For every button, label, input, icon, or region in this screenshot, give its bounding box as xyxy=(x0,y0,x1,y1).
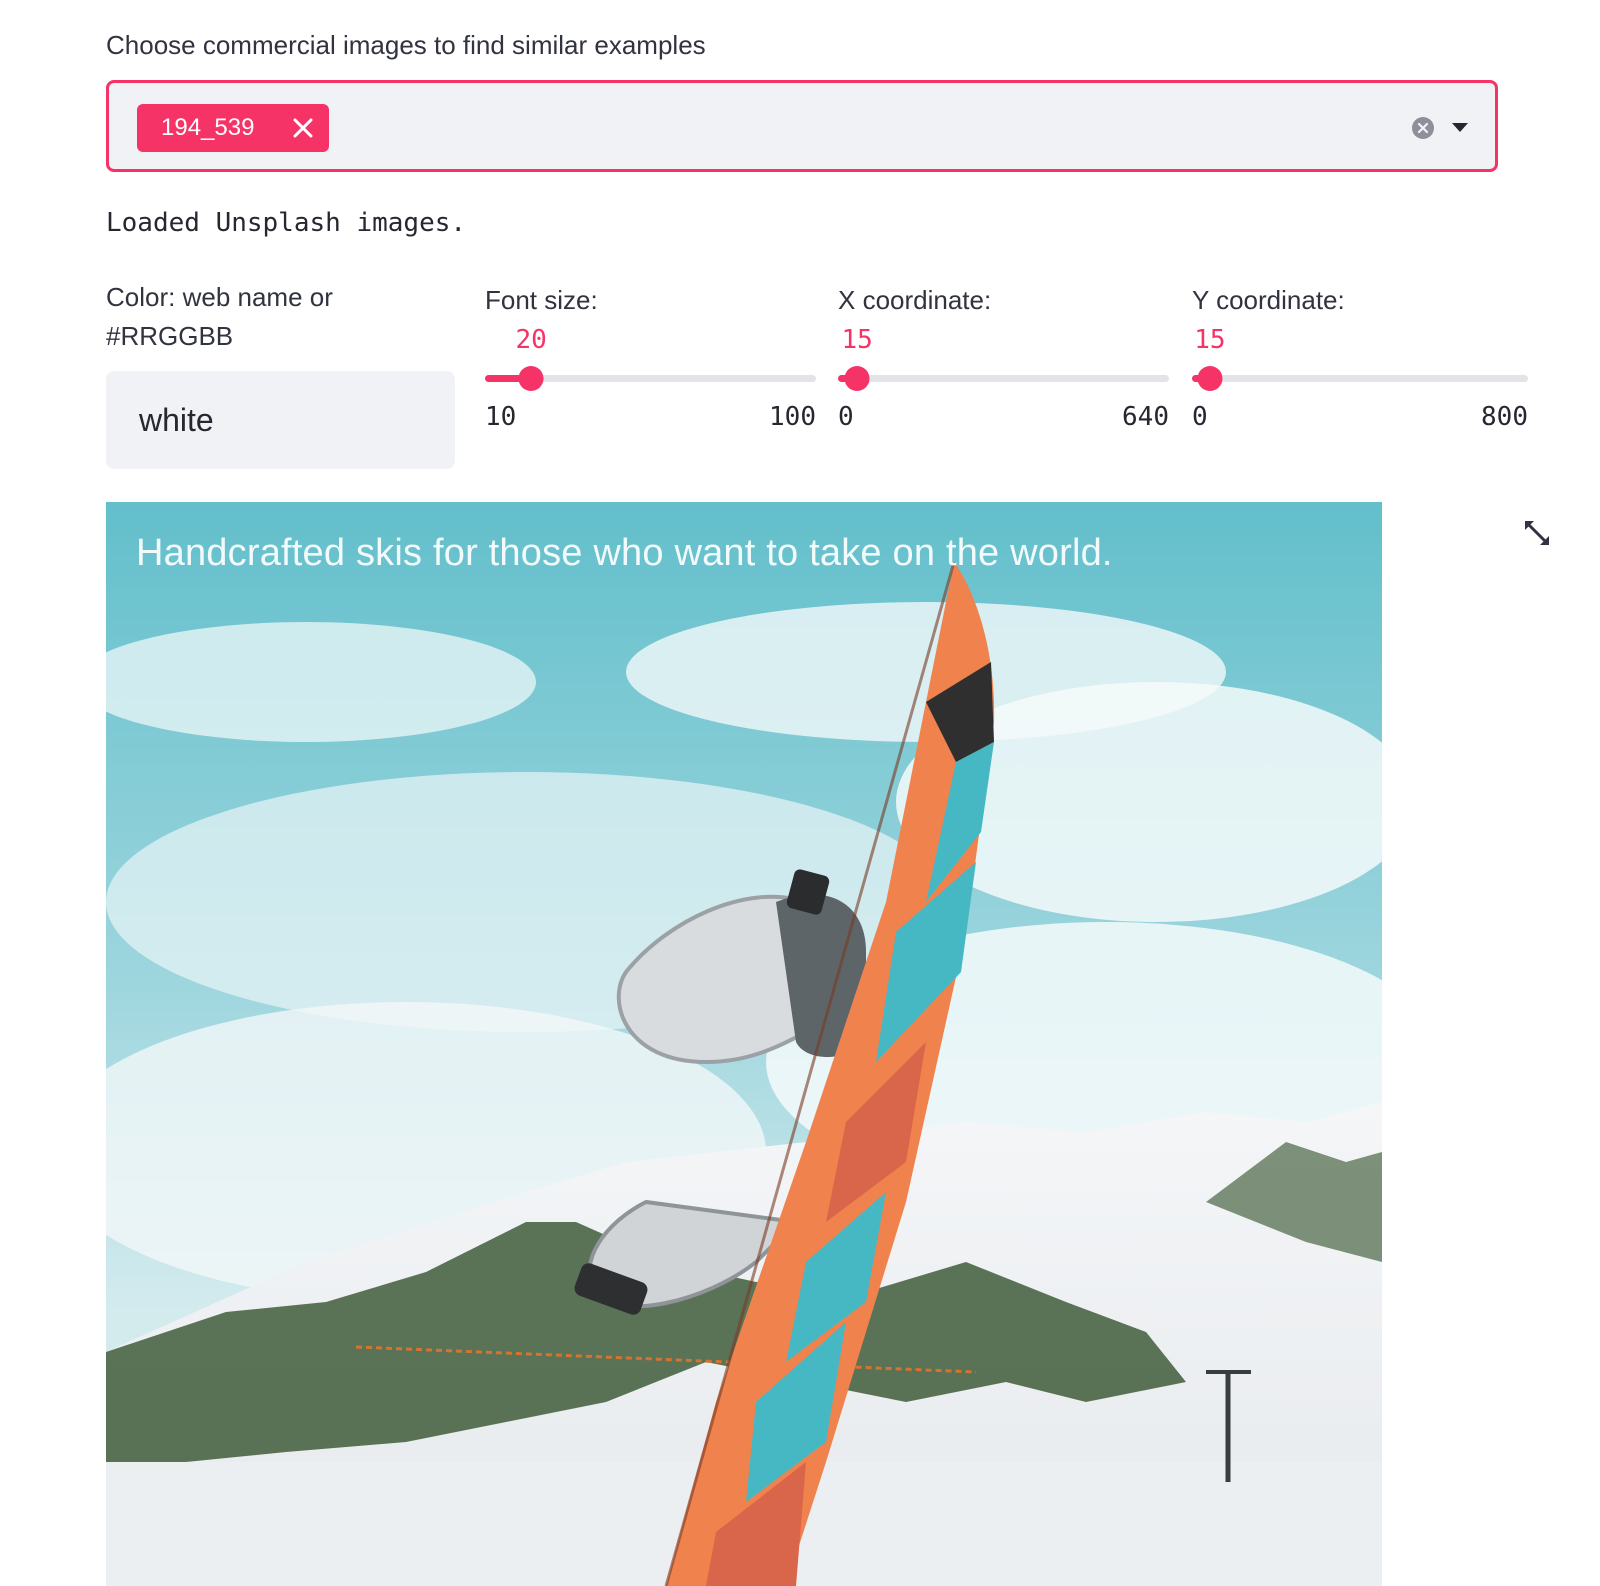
slider-track[interactable] xyxy=(1192,375,1528,382)
slider-min: 0 xyxy=(1192,402,1208,432)
x-coordinate-slider[interactable]: X coordinate: 15 0 640 xyxy=(838,285,1169,445)
clear-circle-icon[interactable] xyxy=(1412,117,1434,139)
slider-thumb[interactable] xyxy=(518,366,544,391)
status-message: Loaded Unsplash images. xyxy=(106,208,467,238)
color-label: Color: web name or #RRGGBB xyxy=(106,278,333,356)
multiselect-label: Choose commercial images to find similar… xyxy=(106,30,706,60)
caret-down-icon[interactable] xyxy=(1452,123,1468,133)
color-label-line1: Color: web name or xyxy=(106,282,333,312)
selected-chip: 194_539 xyxy=(137,104,329,152)
slider-min: 10 xyxy=(485,402,517,432)
expand-icon[interactable] xyxy=(1522,518,1552,548)
font-size-slider[interactable]: Font size: 20 10 100 xyxy=(485,285,816,445)
slider-label: Font size: xyxy=(485,285,598,315)
slider-max: 800 xyxy=(1481,402,1528,432)
image-multiselect[interactable]: 194_539 xyxy=(106,80,1498,172)
slider-value: 15 xyxy=(1194,325,1226,355)
close-icon[interactable] xyxy=(289,114,317,142)
slider-label: X coordinate: xyxy=(838,285,992,315)
slider-label: Y coordinate: xyxy=(1192,285,1345,315)
y-coordinate-slider[interactable]: Y coordinate: 15 0 800 xyxy=(1192,285,1528,445)
color-label-line2: #RRGGBB xyxy=(106,321,234,351)
slider-max: 100 xyxy=(769,402,816,432)
slider-max: 640 xyxy=(1122,402,1169,432)
image-overlay-text: Handcrafted skis for those who want to t… xyxy=(136,532,1113,574)
slider-thumb[interactable] xyxy=(844,366,870,391)
slider-value: 20 xyxy=(515,325,547,355)
slider-min: 0 xyxy=(838,402,854,432)
color-input[interactable] xyxy=(106,371,455,469)
slider-track[interactable] xyxy=(838,375,1169,382)
photo-illustration xyxy=(106,502,1382,1586)
slider-thumb[interactable] xyxy=(1197,366,1223,391)
slider-value: 15 xyxy=(841,325,873,355)
snowboard-photo: Handcrafted skis for those who want to t… xyxy=(106,502,1382,1586)
chip-label: 194_539 xyxy=(161,114,255,141)
